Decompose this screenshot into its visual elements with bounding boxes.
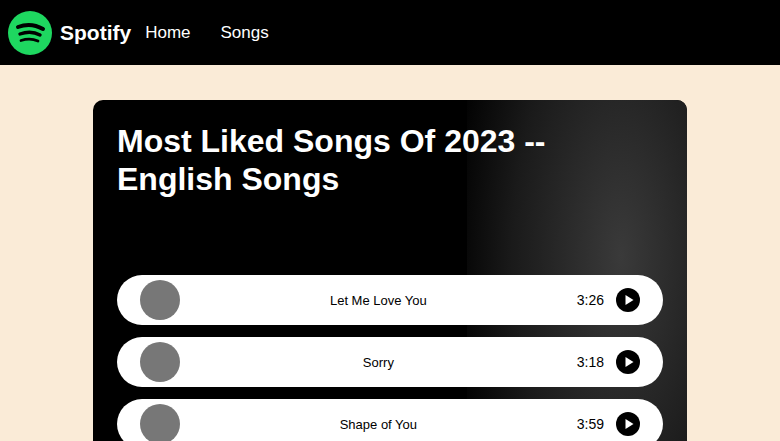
main: Most Liked Songs Of 2023 -- English Song… (0, 65, 780, 441)
brand-name: Spotify (60, 21, 131, 45)
top-nav: Spotify Home Songs (0, 0, 780, 65)
song-thumbnail (140, 342, 180, 382)
song-duration: 3:18 (577, 354, 604, 370)
song-duration: 3:59 (577, 416, 604, 432)
song-row[interactable]: Shape of You 3:59 (117, 399, 663, 441)
song-thumbnail (140, 280, 180, 320)
song-duration: 3:26 (577, 292, 604, 308)
song-title: Sorry (192, 355, 565, 370)
play-icon[interactable] (616, 412, 640, 436)
nav-link[interactable]: Songs (221, 23, 269, 43)
song-title: Let Me Love You (192, 293, 565, 308)
play-icon[interactable] (616, 288, 640, 312)
song-title: Shape of You (192, 417, 565, 432)
song-thumbnail (140, 404, 180, 441)
play-icon[interactable] (616, 350, 640, 374)
nav-link[interactable]: Home (145, 23, 190, 43)
song-list: Let Me Love You 3:26 Sorry 3:18 Shape of You… (117, 275, 663, 441)
song-row[interactable]: Let Me Love You 3:26 (117, 275, 663, 325)
page: Spotify Home Songs Most Liked Songs Of 2023… (0, 0, 780, 441)
playlist-card: Most Liked Songs Of 2023 -- English Song… (93, 100, 687, 441)
playlist-title: Most Liked Songs Of 2023 -- English Song… (117, 122, 587, 198)
spotify-logo-icon (8, 11, 52, 55)
song-row[interactable]: Sorry 3:18 (117, 337, 663, 387)
brand[interactable]: Spotify (8, 11, 131, 55)
